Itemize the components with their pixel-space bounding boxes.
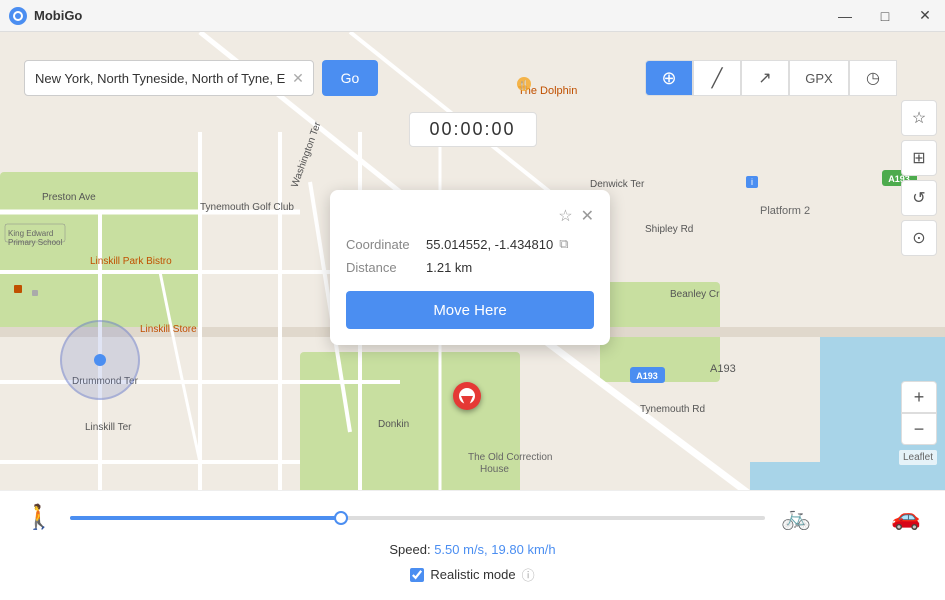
svg-text:House: House — [480, 464, 509, 475]
star-icon: ☆ — [558, 208, 572, 225]
location-pin[interactable] — [453, 382, 481, 425]
timer-value: 00:00:00 — [429, 119, 515, 139]
history-icon: ◷ — [866, 68, 880, 88]
svg-text:Beanley Cr: Beanley Cr — [670, 289, 720, 300]
share-icon: ↗ — [758, 68, 771, 88]
compass-dot — [94, 354, 106, 366]
svg-text:Platform 2: Platform 2 — [760, 205, 810, 217]
maximize-button[interactable]: □ — [865, 0, 905, 32]
copy-icon[interactable]: ⧉ — [559, 236, 568, 252]
title-bar: MobiGo — □ ✕ — [0, 0, 945, 32]
app-name: MobiGo — [34, 8, 82, 23]
go-button[interactable]: Go — [322, 60, 378, 96]
compass-circle — [60, 320, 140, 400]
top-toolbar: ⊕ ╱ ↗ GPX ◷ — [645, 60, 945, 96]
zoom-in-icon: + — [914, 387, 925, 408]
svg-text:The Old Correction: The Old Correction — [468, 452, 552, 463]
speed-ms: 5.50 m/s, — [434, 542, 487, 557]
share-button[interactable]: ↗ — [741, 60, 789, 96]
logo-icon — [8, 6, 28, 26]
realistic-row: Realistic mode ⓘ — [24, 565, 921, 584]
search-bar: ✕ Go — [24, 60, 378, 96]
coordinate-value: 55.014552, -1.434810 ⧉ — [426, 236, 569, 252]
location-popup: ☆ ✕ Coordinate 55.014552, -1.434810 ⧉ Di… — [330, 190, 610, 345]
svg-text:🍴: 🍴 — [518, 79, 529, 91]
right-toolbar: ☆ ⊞ ↺ ⊙ — [901, 100, 937, 256]
zoom-out-icon: − — [914, 419, 925, 440]
svg-text:A193: A193 — [636, 371, 658, 381]
svg-text:Linskill Store: Linskill Store — [140, 324, 197, 335]
speed-label: Speed: — [389, 542, 430, 557]
coordinate-label: Coordinate — [346, 237, 426, 252]
history-button[interactable]: ◷ — [849, 60, 897, 96]
walk-icon[interactable]: 🚶 — [24, 503, 54, 532]
transport-row: 🚶 🚲 🚗 — [24, 503, 921, 532]
star-rt-icon: ☆ — [912, 108, 926, 128]
popup-close-button[interactable]: ✕ — [581, 206, 594, 226]
svg-text:Linskill Park Bistro: Linskill Park Bistro — [90, 256, 172, 267]
realistic-label: Realistic mode — [430, 567, 515, 582]
favorite-button[interactable]: ☆ — [901, 100, 937, 136]
car-icon[interactable]: 🚗 — [891, 503, 921, 532]
close-icon: ✕ — [581, 208, 594, 225]
svg-text:A193: A193 — [710, 363, 736, 375]
coordinate-text: 55.014552, -1.434810 — [426, 237, 553, 252]
popup-header: ☆ ✕ — [346, 206, 594, 226]
svg-text:Tynemouth Golf Club: Tynemouth Golf Club — [200, 202, 294, 213]
search-clear-button[interactable]: ✕ — [290, 70, 306, 86]
coordinate-row: Coordinate 55.014552, -1.434810 ⧉ — [346, 236, 594, 252]
target-icon: ⊙ — [912, 228, 925, 248]
speed-slider-thumb — [334, 511, 348, 525]
svg-text:Tynemouth Rd: Tynemouth Rd — [640, 404, 705, 415]
svg-text:King Edward: King Edward — [8, 229, 53, 238]
svg-text:Primary School: Primary School — [8, 238, 62, 247]
timer: 00:00:00 — [408, 112, 536, 147]
svg-text:Preston Ave: Preston Ave — [42, 192, 96, 203]
teleport-icon: ⊕ — [661, 68, 676, 89]
zoom-in-button[interactable]: + — [901, 381, 937, 413]
zoom-controls: + − — [901, 381, 937, 445]
svg-text:Donkin: Donkin — [378, 419, 409, 430]
distance-label: Distance — [346, 260, 426, 275]
layers-icon: ⊞ — [912, 148, 925, 168]
search-input[interactable] — [24, 60, 314, 96]
layers-button[interactable]: ⊞ — [901, 140, 937, 176]
pen-icon: ╱ — [712, 68, 723, 89]
zoom-out-button[interactable]: − — [901, 413, 937, 445]
distance-value: 1.21 km — [426, 260, 472, 275]
route-button[interactable]: ╱ — [693, 60, 741, 96]
rotate-button[interactable]: ↺ — [901, 180, 937, 216]
app-logo: MobiGo — [8, 6, 82, 26]
move-here-button[interactable]: Move Here — [346, 291, 594, 329]
speed-panel: 🚶 🚲 🚗 Speed: 5.50 m/s, 19.80 km/h Realis… — [0, 490, 945, 600]
svg-text:Shipley Rd: Shipley Rd — [645, 224, 693, 235]
svg-text:Denwick Ter: Denwick Ter — [590, 179, 645, 190]
realistic-checkbox[interactable] — [410, 568, 424, 582]
target-button[interactable]: ⊙ — [901, 220, 937, 256]
close-button[interactable]: ✕ — [905, 0, 945, 32]
gpx-button[interactable]: GPX — [789, 60, 849, 96]
speed-slider-fill — [70, 516, 348, 520]
svg-text:i: i — [751, 177, 753, 187]
speed-text: Speed: 5.50 m/s, 19.80 km/h — [24, 542, 921, 557]
rotate-icon: ↺ — [912, 188, 925, 208]
teleport-button[interactable]: ⊕ — [645, 60, 693, 96]
window-controls: — □ ✕ — [825, 0, 945, 32]
bike-icon[interactable]: 🚲 — [781, 503, 811, 532]
speed-slider[interactable] — [70, 516, 765, 520]
leaflet-attribution: Leaflet — [899, 450, 937, 465]
distance-row: Distance 1.21 km — [346, 260, 594, 275]
speed-kmh: 19.80 km/h — [491, 542, 555, 557]
realistic-info-icon[interactable]: ⓘ — [522, 565, 535, 584]
popup-star-button[interactable]: ☆ — [558, 206, 572, 226]
svg-text:Linskill Ter: Linskill Ter — [85, 422, 132, 433]
minimize-button[interactable]: — — [825, 0, 865, 32]
